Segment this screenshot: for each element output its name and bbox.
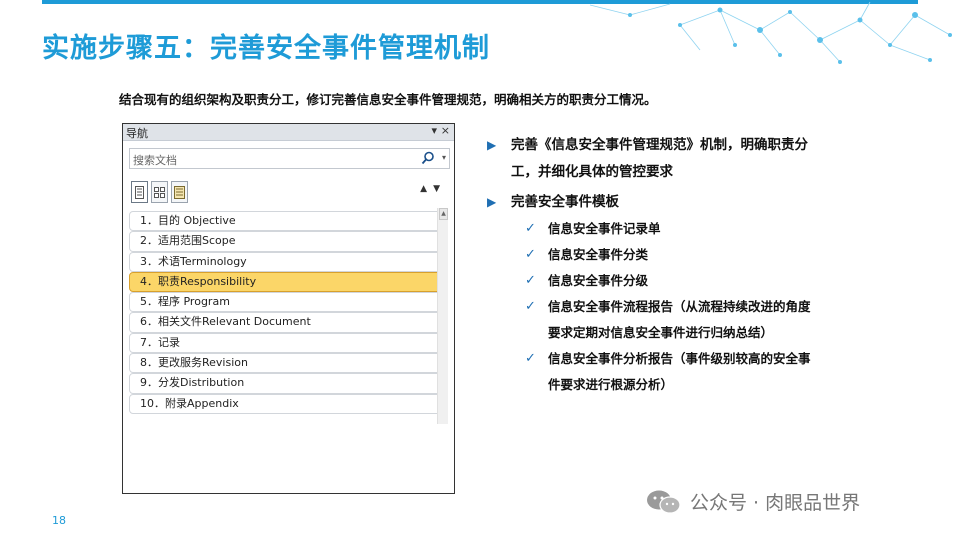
check-icon: ✓ — [525, 299, 536, 314]
search-options-icon[interactable]: ▾ — [442, 153, 446, 162]
nav-list-item[interactable]: 5．程序 Program — [129, 292, 445, 313]
slide-title: 实施步骤五：完善安全事件管理机制 — [42, 33, 490, 64]
sub-bullet-text: 信息安全事件记录单 — [548, 221, 661, 236]
nav-list-item[interactable]: 10．附录Appendix — [129, 393, 445, 414]
nav-header: 导航 ▾ × — [123, 124, 454, 141]
sub-bullet-item: ✓ 信息安全事件流程报告（从流程持续改进的角度要求定期对信息安全事件进行归纳总结） — [487, 294, 817, 346]
nav-list-item[interactable]: 2．适用范围Scope — [129, 231, 445, 252]
nav-dropdown-icon[interactable]: ▾ — [431, 124, 437, 137]
sub-bullet-text: 信息安全事件分级 — [548, 273, 649, 288]
nav-list-item[interactable]: 6．相关文件Relevant Document — [129, 312, 445, 333]
headings-icon — [135, 185, 144, 199]
nav-list-item[interactable]: 9．分发Distribution — [129, 373, 445, 394]
triangle-bullet-icon: ▶ — [487, 195, 497, 209]
results-list-icon — [174, 185, 185, 199]
nav-close-icon[interactable]: × — [441, 124, 450, 137]
check-icon: ✓ — [525, 273, 536, 288]
sub-bullet-item: ✓ 信息安全事件记录单 — [487, 216, 817, 242]
check-icon: ✓ — [525, 221, 536, 236]
pages-grid-icon — [154, 186, 165, 198]
intro-text: 结合现有的组织架构及职责分工，修订完善信息安全事件管理规范，明确相关方的职责分工… — [119, 92, 657, 107]
nav-title: 导航 — [126, 127, 148, 140]
check-icon: ✓ — [525, 247, 536, 262]
bullet-item: ▶ 完善《信息安全事件管理规范》机制，明确职责分工，并细化具体的管控要求 — [487, 132, 817, 186]
sub-bullet-item: ✓ 信息安全事件分类 — [487, 242, 817, 268]
sub-bullet-text: 信息安全事件分析报告（事件级别较高的安全事件要求进行根源分析） — [548, 351, 811, 392]
network-decoration-icon — [589, 1, 952, 64]
page-number: 18 — [52, 514, 66, 527]
list-scrollbar[interactable]: ▲ — [437, 208, 448, 424]
bullet-list: ▶ 完善《信息安全事件管理规范》机制，明确职责分工，并细化具体的管控要求 ▶ 完… — [487, 132, 817, 398]
sub-bullet-text: 信息安全事件流程报告（从流程持续改进的角度要求定期对信息安全事件进行归纳总结） — [548, 299, 811, 340]
wechat-icon — [647, 490, 681, 514]
scroll-up-icon[interactable]: ▲ — [439, 208, 448, 220]
nav-list-item[interactable]: 4．职责Responsibility — [129, 271, 445, 293]
pages-view-tab[interactable] — [151, 181, 168, 203]
watermark-text: 公众号 · 肉眼品世界 — [690, 492, 861, 514]
sub-bullet-text: 信息安全事件分类 — [548, 247, 649, 262]
headings-view-tab[interactable] — [131, 181, 148, 203]
watermark: 公众号 · 肉眼品世界 — [646, 488, 860, 515]
bullet-item: ▶ 完善安全事件模板 — [487, 189, 817, 216]
sub-bullet-item: ✓ 信息安全事件分析报告（事件级别较高的安全事件要求进行根源分析） — [487, 346, 817, 398]
search-input[interactable]: 搜索文档 ▾ — [129, 148, 450, 169]
sub-bullet-list: ✓ 信息安全事件记录单 ✓ 信息安全事件分类 ✓ 信息安全事件分级 ✓ 信息安全事件流程报告（… — [487, 216, 817, 398]
results-view-tab[interactable] — [171, 181, 188, 203]
sub-bullet-item: ✓ 信息安全事件分级 — [487, 268, 817, 294]
nav-list-item[interactable]: 8．更改服务Revision — [129, 353, 445, 374]
nav-prev-next-arrows[interactable]: ▲▼ — [420, 184, 446, 194]
check-icon: ✓ — [525, 351, 536, 366]
nav-list-item[interactable]: 7．记录 — [129, 332, 445, 354]
view-tabs — [131, 181, 191, 205]
navigation-pane: 导航 ▾ × 搜索文档 ▾ ▲▼ 1．目的 Objective 2．适用范围Sc… — [122, 123, 455, 494]
search-icon[interactable] — [421, 151, 435, 165]
heading-list: 1．目的 Objective 2．适用范围Scope 3．术语Terminology… — [129, 211, 445, 421]
triangle-bullet-icon: ▶ — [487, 138, 497, 152]
nav-list-item[interactable]: 1．目的 Objective — [129, 211, 445, 232]
search-placeholder: 搜索文档 — [133, 154, 177, 167]
bullet-text: 完善安全事件模板 — [511, 194, 619, 210]
nav-list-item[interactable]: 3．术语Terminology — [129, 251, 445, 272]
bullet-text: 完善《信息安全事件管理规范》机制，明确职责分工，并细化具体的管控要求 — [511, 137, 808, 180]
